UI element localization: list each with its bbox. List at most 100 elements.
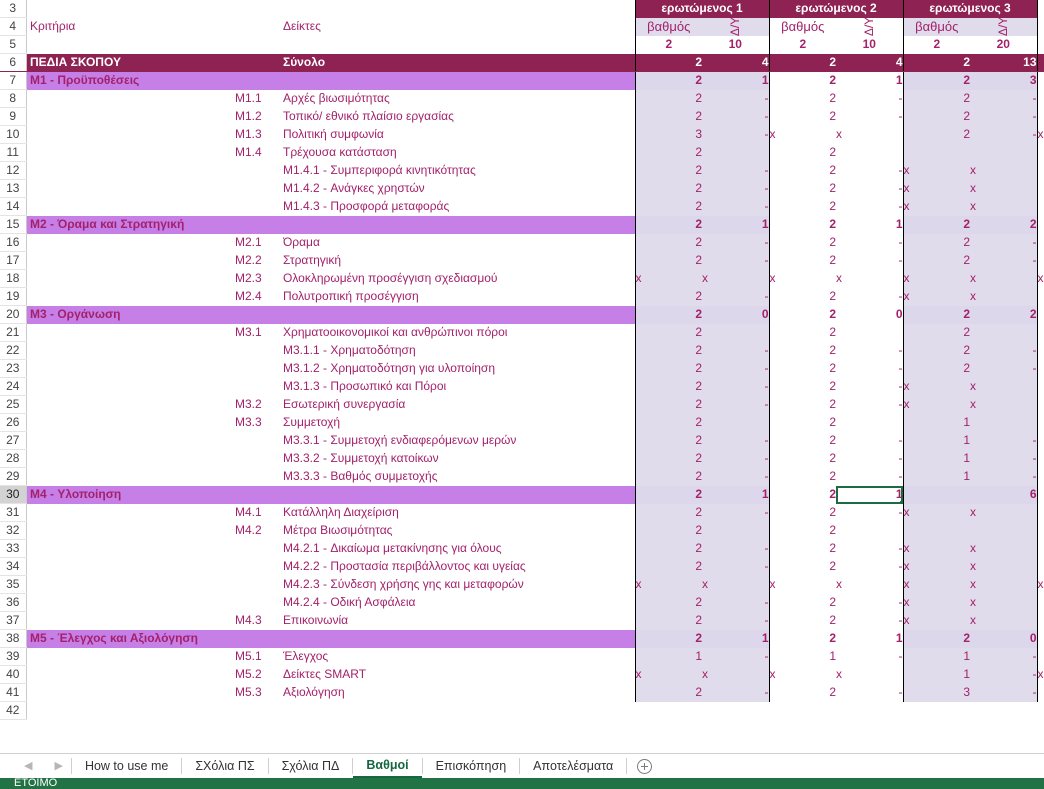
score-cell[interactable]: 2 (768, 233, 837, 252)
dy-cell[interactable]: 3 (970, 71, 1038, 90)
section-row[interactable]: 30 M4 - Υλοποίηση 2 1 2 1 6 (0, 485, 1044, 504)
tail-cell[interactable] (1037, 485, 1044, 504)
indicator-cell[interactable]: M4.2.4 - Οδική Ασφάλεια (283, 594, 635, 612)
not-applicable-marker[interactable]: x (902, 269, 971, 288)
indicator-code-cell[interactable] (235, 558, 283, 576)
criteria-cell[interactable] (30, 468, 235, 486)
score-cell[interactable]: 2 (634, 611, 703, 630)
tail-cell[interactable]: x (1037, 125, 1044, 144)
indicator-cell[interactable]: M4.2.2 - Προστασία περιβάλλοντος και υγε… (283, 558, 635, 576)
not-applicable-marker[interactable]: x (836, 125, 904, 144)
indicator-cell[interactable]: M3.3.3 - Βαθμός συμμετοχής (283, 468, 635, 486)
indicator-cell[interactable]: Τοπικό/ εθνικό πλαίσιο εργασίας (283, 108, 635, 126)
indicator-cell[interactable]: Τρέχουσα κατάσταση (283, 144, 635, 162)
criteria-cell[interactable] (30, 684, 235, 702)
dy-cell[interactable]: - (702, 395, 770, 414)
criteria-cell[interactable]: M1 - Προϋποθέσεις (30, 71, 235, 90)
dy-cell[interactable]: - (836, 377, 904, 396)
score-cell[interactable]: 2 (768, 629, 837, 648)
row-header[interactable]: 41 (0, 683, 27, 702)
dy-cell[interactable] (970, 323, 1038, 342)
tail-cell[interactable] (1037, 0, 1044, 18)
sheet-tab-2[interactable]: ΣΧόλια ΠΣ (182, 754, 268, 778)
dy-cell[interactable]: - (702, 251, 770, 270)
row-header[interactable]: 5 (0, 35, 27, 54)
dy-cell[interactable]: 2 (970, 215, 1038, 234)
indicator-code-cell[interactable]: M3.3 (235, 414, 283, 432)
not-applicable-marker[interactable]: x (768, 125, 837, 144)
indicator-cell[interactable] (283, 629, 636, 648)
not-applicable-marker[interactable]: x (702, 575, 770, 594)
empty-cell[interactable] (30, 702, 1044, 720)
not-applicable-marker[interactable]: x (768, 269, 837, 288)
score-weight-value[interactable]: 2 (902, 35, 971, 54)
tail-cell[interactable]: x (1037, 665, 1044, 684)
score-cell[interactable]: 2 (634, 449, 703, 468)
row-header[interactable]: 30 (0, 485, 27, 504)
score-weight-value[interactable]: 2 (768, 35, 837, 54)
dy-cell[interactable] (836, 413, 904, 432)
table-row[interactable]: 17 M2.2 Στρατηγική 2-2-2- (0, 251, 1044, 270)
dy-cell[interactable]: 1 (836, 215, 904, 234)
score-cell[interactable]: 2 (634, 143, 703, 162)
dy-cell[interactable]: - (836, 539, 904, 558)
criteria-cell[interactable] (30, 198, 235, 216)
score-cell[interactable]: 2 (634, 71, 703, 90)
dy-cell[interactable]: - (970, 665, 1038, 684)
table-row[interactable]: 23 M3.1.2 - Χρηματοδότηση για υλοποίηση 2-… (0, 359, 1044, 378)
indicator-cell[interactable] (283, 215, 636, 234)
table-row[interactable]: 8 M1.1 Αρχές βιωσιμότητας 2-2-2- (0, 89, 1044, 108)
sheet-nav-arrows[interactable]: ◀ ▶ (0, 754, 71, 778)
indicator-cell[interactable]: M3.1.1 - Χρηματοδότηση (283, 342, 635, 360)
dy-cell[interactable]: - (836, 557, 904, 576)
tail-cell[interactable] (1037, 629, 1044, 648)
criteria-cell[interactable] (30, 144, 235, 162)
dy-cell[interactable]: - (702, 89, 770, 108)
score-cell[interactable]: 2 (902, 125, 971, 144)
score-cell[interactable]: 2 (768, 89, 837, 108)
row-header[interactable]: 4 (0, 17, 27, 36)
dy-cell[interactable]: 4 (702, 53, 770, 72)
row-header[interactable]: 22 (0, 341, 27, 360)
dy-weight-value[interactable]: 10 (702, 35, 770, 54)
tail-cell[interactable] (1037, 557, 1044, 576)
score-cell[interactable]: 2 (768, 503, 837, 522)
table-row[interactable]: 12 M1.4.1 - Συμπεριφορά κινητικότητας 2-2-… (0, 161, 1044, 180)
score-cell[interactable]: 1 (902, 413, 971, 432)
score-cell[interactable]: 2 (768, 521, 837, 540)
criteria-cell[interactable]: M3 - Οργάνωση (30, 305, 235, 324)
indicator-code-cell[interactable] (235, 71, 283, 90)
dy-cell[interactable]: - (702, 647, 770, 666)
table-row[interactable]: 19 M2.4 Πολυτροπική προσέγγιση 2-2- x x (0, 287, 1044, 306)
indicator-cell[interactable]: Δείκτες SMART (283, 666, 635, 684)
table-row[interactable]: 18 M2.3 Ολοκληρωμένη προσέγγιση σχεδιασμού… (0, 269, 1044, 288)
dy-cell[interactable]: - (702, 107, 770, 126)
dy-cell[interactable]: - (836, 431, 904, 450)
criteria-cell[interactable] (30, 612, 235, 630)
dy-cell[interactable]: - (702, 341, 770, 360)
score-cell[interactable]: 1 (902, 665, 971, 684)
score-cell[interactable]: 2 (768, 305, 837, 324)
indicator-cell[interactable]: Μέτρα Βιωσιμότητας (283, 522, 635, 540)
row-header[interactable]: 9 (0, 107, 27, 126)
criteria-cell[interactable] (30, 648, 235, 666)
score-cell[interactable]: 1 (902, 647, 971, 666)
not-applicable-marker[interactable]: x (902, 593, 971, 612)
score-cell[interactable]: 2 (634, 557, 703, 576)
not-applicable-marker[interactable]: x (970, 197, 1038, 216)
not-applicable-marker[interactable]: x (902, 377, 971, 396)
not-applicable-marker[interactable]: x (902, 197, 971, 216)
dy-cell[interactable]: 0 (970, 629, 1038, 648)
score-cell[interactable]: 2 (768, 431, 837, 450)
tail-cell[interactable] (1037, 323, 1044, 342)
criteria-cell[interactable] (30, 252, 235, 270)
tail-cell[interactable] (1037, 611, 1044, 630)
not-applicable-marker[interactable]: x (970, 557, 1038, 576)
tail-cell[interactable] (1037, 413, 1044, 432)
score-cell[interactable]: 2 (768, 215, 837, 234)
dy-cell[interactable]: 2 (970, 305, 1038, 324)
tail-cell[interactable] (1037, 467, 1044, 486)
not-applicable-marker[interactable]: x (970, 503, 1038, 522)
tail-cell[interactable] (1037, 647, 1044, 666)
dy-cell[interactable]: - (702, 467, 770, 486)
